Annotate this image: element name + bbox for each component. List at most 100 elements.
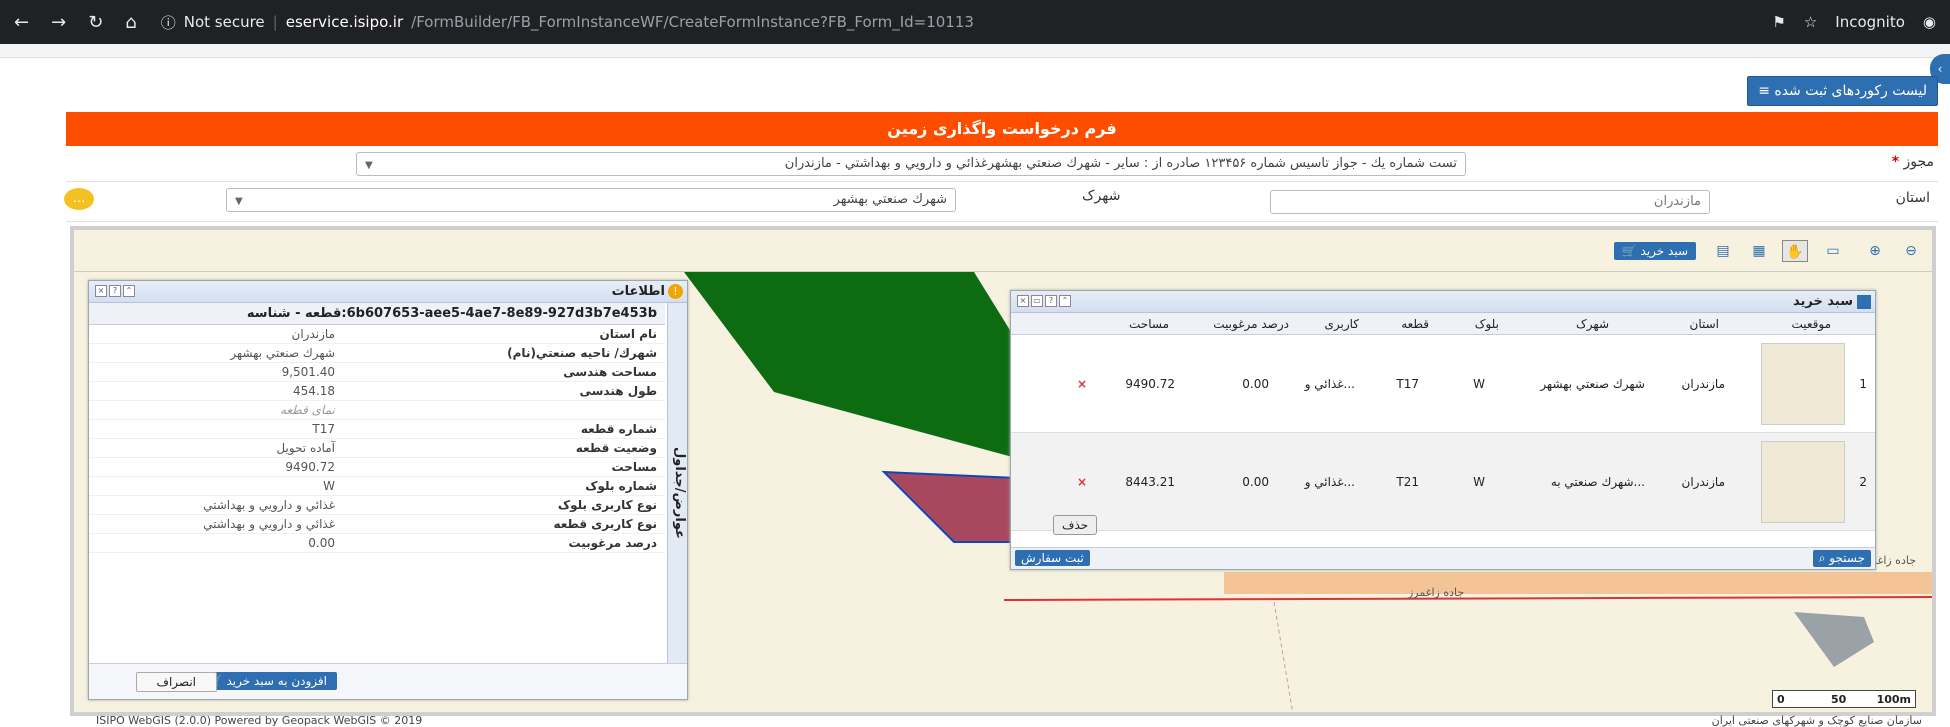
close-icon[interactable]: × — [95, 285, 107, 297]
features-tab[interactable]: عوارض/جداول — [667, 303, 687, 663]
star-icon[interactable]: ☆ — [1804, 13, 1817, 31]
forward-icon[interactable]: → — [51, 12, 66, 33]
attribute-value: 0.00 — [308, 536, 335, 550]
layers-icon[interactable]: ▦ — [1746, 240, 1772, 262]
search-label: جستجو — [1829, 551, 1865, 565]
attribute-table: 6b607653-aee5-4ae7-8e89-927d3b7e453b:قطع… — [89, 303, 665, 663]
col-area[interactable]: مساحت — [1129, 317, 1169, 331]
grid-icon[interactable]: ▤ — [1710, 240, 1736, 262]
cart-row[interactable]: 2 مازندران شهرك صنعتي به... W T21 غذائي … — [1011, 433, 1875, 531]
col-block[interactable]: بلوک — [1475, 317, 1499, 331]
attribute-value: شهرك صنعتي بهشهر — [230, 346, 335, 360]
province-value: مازندران — [1653, 194, 1701, 209]
permit-row: * مجوز ▼ تست شماره يك - جواز تاسيس شماره… — [66, 146, 1938, 182]
col-location[interactable]: موقعیت — [1791, 317, 1831, 331]
attribute-row: شهرك/ ناحيه صنعتي(نام) شهرك صنعتي بهشهر — [89, 344, 665, 363]
chat-icon[interactable]: … — [64, 188, 94, 210]
attribute-row: طول هندسی 454.18 — [89, 382, 665, 401]
home-icon[interactable]: ⌂ — [125, 12, 136, 33]
cell-quality: 0.00 — [1242, 475, 1269, 489]
province-field[interactable]: مازندران — [1270, 190, 1710, 214]
delete-button[interactable]: حذف — [1053, 515, 1098, 535]
attribute-value: مازندران — [291, 327, 335, 341]
attribute-value: 9,501.40 — [281, 365, 335, 379]
cell-block: W — [1473, 377, 1485, 391]
col-province[interactable]: استان — [1690, 317, 1719, 331]
search-button[interactable]: ⌕ جستجو — [1812, 550, 1871, 567]
attribute-row: نوع کاربری قطعه غذائي و دارويي و بهداشتي — [89, 515, 665, 534]
cell-block: W — [1473, 475, 1485, 489]
browser-chrome: ← → ↻ ⌂ ⓘ Not secure | eservice.isipo.ir… — [0, 0, 1950, 44]
attribute-value: 454.18 — [293, 384, 335, 398]
scale-50: 50 — [1831, 693, 1847, 706]
delete-row-icon[interactable]: × — [1077, 377, 1087, 391]
chevron-down-icon: ▼ — [365, 160, 373, 171]
reload-icon[interactable]: ↻ — [88, 12, 103, 33]
extension-icon[interactable]: ⚑ — [1772, 13, 1785, 31]
cart-button[interactable]: 🛒 سبد خرید — [1613, 242, 1696, 260]
col-quality[interactable]: درصد مرغوبیت — [1213, 317, 1289, 331]
zoom-out-icon[interactable]: ⊖ — [1898, 240, 1924, 262]
bookmark-strip — [0, 44, 1950, 58]
delete-row-icon[interactable]: × — [1077, 475, 1087, 489]
maximize-icon[interactable]: ▭ — [1031, 295, 1043, 307]
attribute-row: شماره قطعه T17 — [89, 420, 665, 439]
collapse-up-icon[interactable]: ⌃ — [123, 285, 135, 297]
map-path — [1273, 601, 1294, 712]
close-icon[interactable]: × — [1017, 295, 1029, 307]
add-to-cart-label: افزودن به سبد خريد — [226, 674, 327, 688]
attribute-value: غذائي و دارويي و بهداشتي — [203, 498, 335, 512]
info-panel-body: عوارض/جداول 6b607653-aee5-4ae7-8e89-927d… — [89, 303, 687, 663]
map-building — [1794, 612, 1874, 667]
attribute-value: W — [323, 479, 335, 493]
map-toolbar: ⊖ ⊕ ▭ ✋ ▦ ▤ 🛒 سبد خرید — [74, 230, 1932, 272]
map-frame: ⊖ ⊕ ▭ ✋ ▦ ▤ 🛒 سبد خرید جاده زاغمرز جاده … — [70, 226, 1936, 716]
scale-bar: 0 50 100m — [1772, 690, 1916, 708]
permit-value: تست شماره يك - جواز تاسيس شماره ١٢٣۴۵۶ ص… — [784, 156, 1457, 171]
attribute-value: غذائي و دارويي و بهداشتي — [203, 517, 335, 531]
cart-panel: × ▭ ? ⌃ سبد خريد موقعیت استان شهرک بلوک … — [1010, 290, 1876, 570]
add-to-cart-button[interactable]: 🛒 افزودن به سبد خريد — [197, 672, 337, 690]
cart-window-controls: × ▭ ? ⌃ — [1017, 295, 1071, 307]
measure-icon[interactable]: ▭ — [1818, 240, 1848, 262]
cart-panel-footer: ثبت سفارش ⌕ جستجو — [1011, 547, 1875, 569]
town-select[interactable]: ▼ شهرك صنعتي بهشهر — [226, 188, 956, 212]
zoom-in-icon[interactable]: ⊕ — [1862, 240, 1888, 262]
feature-id: 6b607653-aee5-4ae7-8e89-927d3b7e453b:قطع… — [89, 303, 665, 325]
attribute-key: مساحت — [611, 460, 658, 474]
attribute-row: نوع کاربری بلوک غذائي و دارويي و بهداشتي — [89, 496, 665, 515]
cart-button-label: سبد خرید — [1640, 244, 1688, 258]
pan-icon[interactable]: ✋ — [1782, 240, 1808, 262]
col-usage[interactable]: کاربری — [1324, 317, 1359, 331]
cart-panel-title: سبد خريد — [1793, 294, 1853, 309]
url-host: eservice.isipo.ir — [285, 13, 404, 31]
attribute-key: درصد مرغوبیت — [568, 536, 658, 550]
attribute-key: شماره قطعه — [580, 422, 657, 436]
incognito-label: Incognito — [1835, 13, 1905, 31]
collapse-up-icon[interactable]: ⌃ — [1059, 295, 1071, 307]
records-list-button[interactable]: ≡ ليست ركوردهاى ثبت شده — [1747, 76, 1938, 106]
back-icon[interactable]: ← — [14, 12, 29, 33]
attribute-row: نام استان مازندران — [89, 325, 665, 344]
map-boundary-line — [1003, 596, 1932, 601]
col-town[interactable]: شهرک — [1576, 317, 1609, 331]
scale-0: 0 — [1777, 693, 1785, 706]
footer-org: سازمان صنایع کوچک و شهرکهای صنعتی ایران — [1711, 714, 1922, 727]
permit-select[interactable]: ▼ تست شماره يك - جواز تاسيس شماره ١٢٣۴۵۶… — [356, 152, 1466, 176]
address-bar[interactable]: ⓘ Not secure | eservice.isipo.ir/FormBui… — [161, 12, 974, 33]
cell-town: شهرك صنعتي بهشهر — [1540, 377, 1645, 391]
col-plot[interactable]: قطعه — [1401, 317, 1429, 331]
cart-row[interactable]: 1 مازندران شهرك صنعتي بهشهر W T17 غذائي … — [1011, 335, 1875, 433]
attribute-value: نمای قطعه — [280, 403, 335, 417]
cancel-button[interactable]: انصراف — [135, 672, 217, 692]
help-icon[interactable]: ? — [109, 285, 121, 297]
form-title: فرم درخواست واگذاری زمین — [66, 112, 1938, 146]
submit-order-button[interactable]: ثبت سفارش — [1015, 550, 1090, 566]
help-icon[interactable]: ? — [1045, 295, 1057, 307]
cart-icon — [1857, 295, 1871, 309]
info-panel-title: اطلاعات — [611, 284, 665, 299]
row-number: 1 — [1859, 377, 1867, 391]
attribute-row: مساحت هندسی 9,501.40 — [89, 363, 665, 382]
attribute-row: وضعیت قطعه آماده تحويل — [89, 439, 665, 458]
cell-plot: T21 — [1396, 475, 1419, 489]
